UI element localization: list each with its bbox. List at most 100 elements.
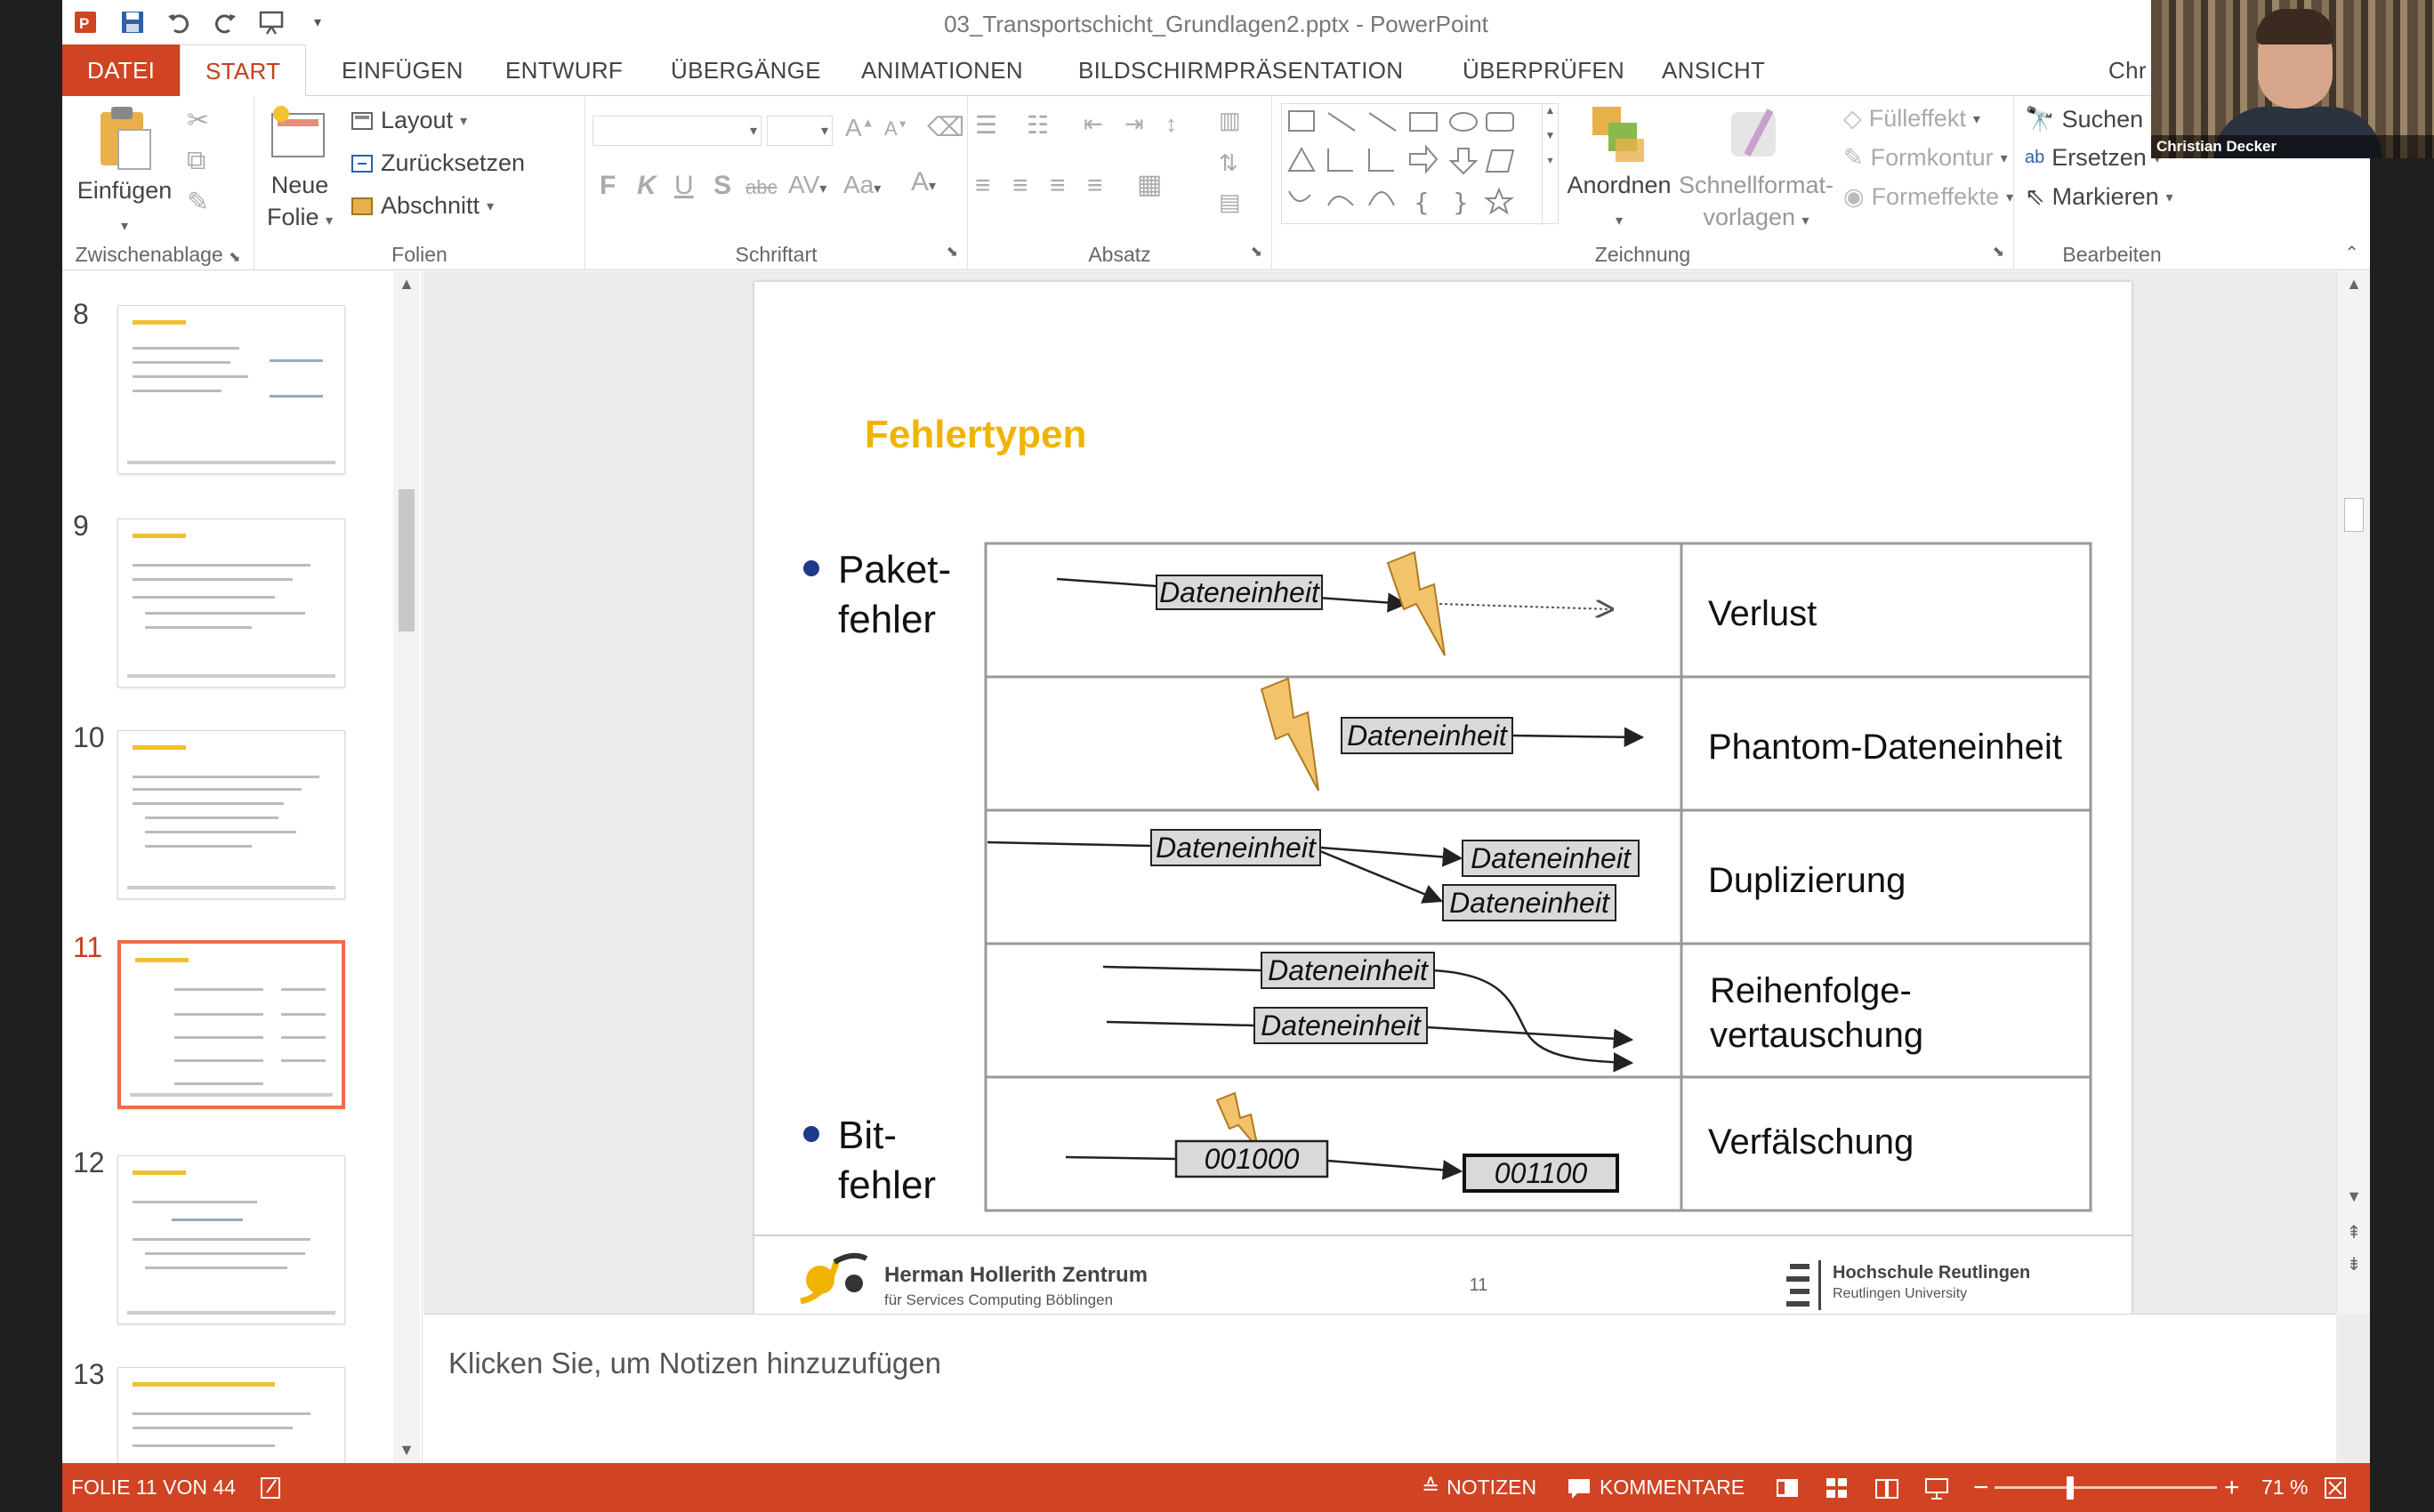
reset-button[interactable]: Zurücksetzen (351, 149, 525, 177)
align-left-button[interactable]: ≡ (975, 171, 991, 201)
line-spacing-button[interactable]: ↕ (1165, 110, 1177, 138)
tab-slideshow[interactable]: BILDSCHIRMPRÄSENTATION (1053, 44, 1428, 96)
change-case-button[interactable]: Aa▾ (843, 171, 881, 199)
paste-button[interactable]: Einfügen ▾ (71, 103, 178, 243)
tab-transitions[interactable]: ÜBERGÄNGE (646, 44, 846, 96)
ribbon: Einfügen ▾ ✂ ⧉ ✎ Zwischenablage ⬊ Neue Fo… (62, 96, 2370, 270)
character-spacing-button[interactable]: AV▾ (788, 171, 826, 199)
slide-thumbnail-13[interactable] (117, 1367, 345, 1463)
slide-scrollbar[interactable]: ▲ ▼ ⇞ ⇟ (2336, 271, 2370, 1314)
group-label-slides: Folien (391, 243, 447, 266)
tab-view[interactable]: ANSICHT (1637, 44, 1790, 96)
scroll-up-icon[interactable]: ▲ (2337, 275, 2370, 294)
slide-sorter-icon[interactable] (1824, 1463, 1850, 1512)
zoom-slider-thumb[interactable] (2066, 1476, 2074, 1500)
shrink-font-button[interactable]: A▼ (884, 117, 908, 141)
slide-thumbnail-11[interactable] (117, 940, 345, 1109)
shapes-gallery-icons: { } (1287, 110, 1515, 217)
slide-thumbnail-10[interactable] (117, 730, 345, 899)
next-slide-icon[interactable]: ⇟ (2337, 1253, 2370, 1275)
normal-view-icon[interactable] (1774, 1463, 1801, 1512)
columns-button[interactable]: ▥ (1219, 107, 1241, 134)
select-button[interactable]: ⇖ Markieren ▾ (2025, 183, 2173, 211)
replace-icon: ab (2025, 148, 2045, 167)
spellcheck-icon[interactable] (258, 1463, 285, 1512)
previous-slide-icon[interactable]: ⇞ (2337, 1221, 2370, 1243)
comments-toggle-button[interactable]: KOMMENTARE (1566, 1463, 1745, 1512)
thumbnail-scroll-thumb[interactable] (399, 489, 415, 631)
shape-effects-button[interactable]: ◉ Formeffekte ▾ (1843, 183, 2013, 211)
layout-button[interactable]: Layout ▾ (351, 107, 467, 134)
justify-button[interactable]: ≡ (1087, 171, 1103, 201)
group-label-drawing: Zeichnung ⬊ (1594, 243, 2004, 266)
shapes-gallery-scroll[interactable]: ▲ ▼ ▾ (1542, 104, 1558, 225)
shape-fill-button[interactable]: ◇ Fülleffekt ▾ (1843, 105, 1980, 133)
zoom-out-icon[interactable]: − (1973, 1463, 1989, 1512)
numbering-button[interactable]: ☷ (1027, 110, 1049, 140)
grow-font-button[interactable]: A▲ (845, 114, 874, 142)
tab-start[interactable]: START (180, 44, 307, 97)
cut-icon[interactable]: ✂ (187, 105, 209, 136)
underline-button[interactable]: U (674, 171, 694, 201)
svg-text:Dateneinheit: Dateneinheit (1471, 842, 1632, 874)
zoom-level[interactable]: 71 % (2261, 1463, 2308, 1512)
shadow-button[interactable]: S (713, 171, 731, 201)
slide-scroll-thumb[interactable] (2344, 498, 2364, 532)
slide-thumbnail-12[interactable] (117, 1155, 345, 1324)
tab-review[interactable]: ÜBERPRÜFEN (1438, 44, 1649, 96)
bold-button[interactable]: F (600, 171, 616, 201)
zoom-in-icon[interactable]: + (2224, 1463, 2240, 1512)
slide-canvas[interactable]: Fehlertypen Paket- fehler Bit- fehler Ve… (754, 282, 2132, 1314)
notes-toggle-button[interactable]: ≙ NOTIZEN (1422, 1463, 1536, 1512)
arrange-button[interactable]: Anordnen ▾ (1566, 103, 1672, 237)
clear-formatting-icon[interactable]: ⌫ (927, 112, 964, 143)
align-right-button[interactable]: ≡ (1050, 171, 1066, 201)
slideshow-view-icon[interactable] (1923, 1463, 1950, 1512)
scroll-up-icon[interactable]: ▲ (393, 275, 420, 294)
thumbnail-scrollbar[interactable]: ▲ ▼ (393, 271, 420, 1463)
shapes-gallery[interactable]: { } ▲ ▼ ▾ (1281, 103, 1559, 225)
tab-animations[interactable]: ANIMATIONEN (836, 44, 1048, 96)
font-color-button[interactable]: A▾ (911, 167, 936, 197)
font-size-select[interactable]: ▾ (767, 116, 833, 146)
find-button[interactable]: 🔭 Suchen (2025, 105, 2143, 133)
copy-icon[interactable]: ⧉ (187, 146, 206, 176)
reading-view-icon[interactable] (1874, 1463, 1900, 1512)
format-painter-icon[interactable]: ✎ (187, 187, 209, 218)
reset-icon (351, 154, 373, 173)
italic-button[interactable]: K (637, 171, 657, 201)
section-button[interactable]: Abschnitt ▾ (351, 192, 494, 220)
tab-file[interactable]: DATEI (62, 44, 181, 96)
tab-insert[interactable]: EINFÜGEN (317, 44, 488, 96)
new-slide-button[interactable]: Neue Folie ▾ (262, 103, 338, 237)
title-bar: P ▾ 03_Transportschicht_Grundlagen2.pptx… (62, 0, 2370, 44)
group-slides: Neue Folie ▾ Layout ▾ Zurücksetzen Abschn… (254, 96, 585, 270)
thumb-number: 11 (73, 931, 103, 963)
collapse-ribbon-icon[interactable]: ⌃ (2344, 242, 2359, 264)
slide-thumbnail-9[interactable] (117, 519, 345, 688)
notes-pane[interactable]: Klicken Sie, um Notizen hinzuzufügen (423, 1314, 2336, 1463)
group-label-paragraph: Absatz ⬊ (1088, 243, 1262, 266)
quick-styles-button[interactable]: Schnellformat- vorlagen ▾ (1676, 103, 1836, 237)
slide-thumbnail-8[interactable] (117, 305, 345, 474)
notes-placeholder[interactable]: Klicken Sie, um Notizen hinzuzufügen (448, 1347, 941, 1380)
zoom-slider[interactable] (1995, 1486, 2217, 1489)
align-text-button[interactable]: ▤ (1219, 189, 1241, 216)
scroll-down-icon[interactable]: ▼ (2337, 1187, 2370, 1206)
replace-button[interactable]: ab Ersetzen ▾ (2025, 144, 2161, 172)
slide-content: Fehlertypen Paket- fehler Bit- fehler Ve… (754, 413, 2132, 1310)
decrease-indent-button[interactable]: ⇤ (1084, 110, 1103, 138)
increase-indent-button[interactable]: ⇥ (1124, 110, 1144, 138)
shape-outline-button[interactable]: ✎ Formkontur ▾ (1843, 144, 2008, 172)
fit-to-window-icon[interactable] (2322, 1463, 2349, 1512)
bullets-button[interactable]: ☰ (975, 110, 997, 140)
smartart-button[interactable]: ▦ (1137, 169, 1162, 200)
scroll-down-icon[interactable]: ▼ (393, 1441, 420, 1460)
tab-design[interactable]: ENTWURF (480, 44, 648, 96)
font-family-select[interactable]: ▾ (592, 116, 762, 146)
svg-text:Dateneinheit: Dateneinheit (1449, 887, 1610, 919)
strikethrough-button[interactable]: abc (746, 176, 777, 199)
footer-university-en: Reutlingen University (1833, 1286, 1967, 1301)
align-center-button[interactable]: ≡ (1012, 171, 1028, 201)
text-direction-button[interactable]: ⇅ (1219, 149, 1238, 177)
